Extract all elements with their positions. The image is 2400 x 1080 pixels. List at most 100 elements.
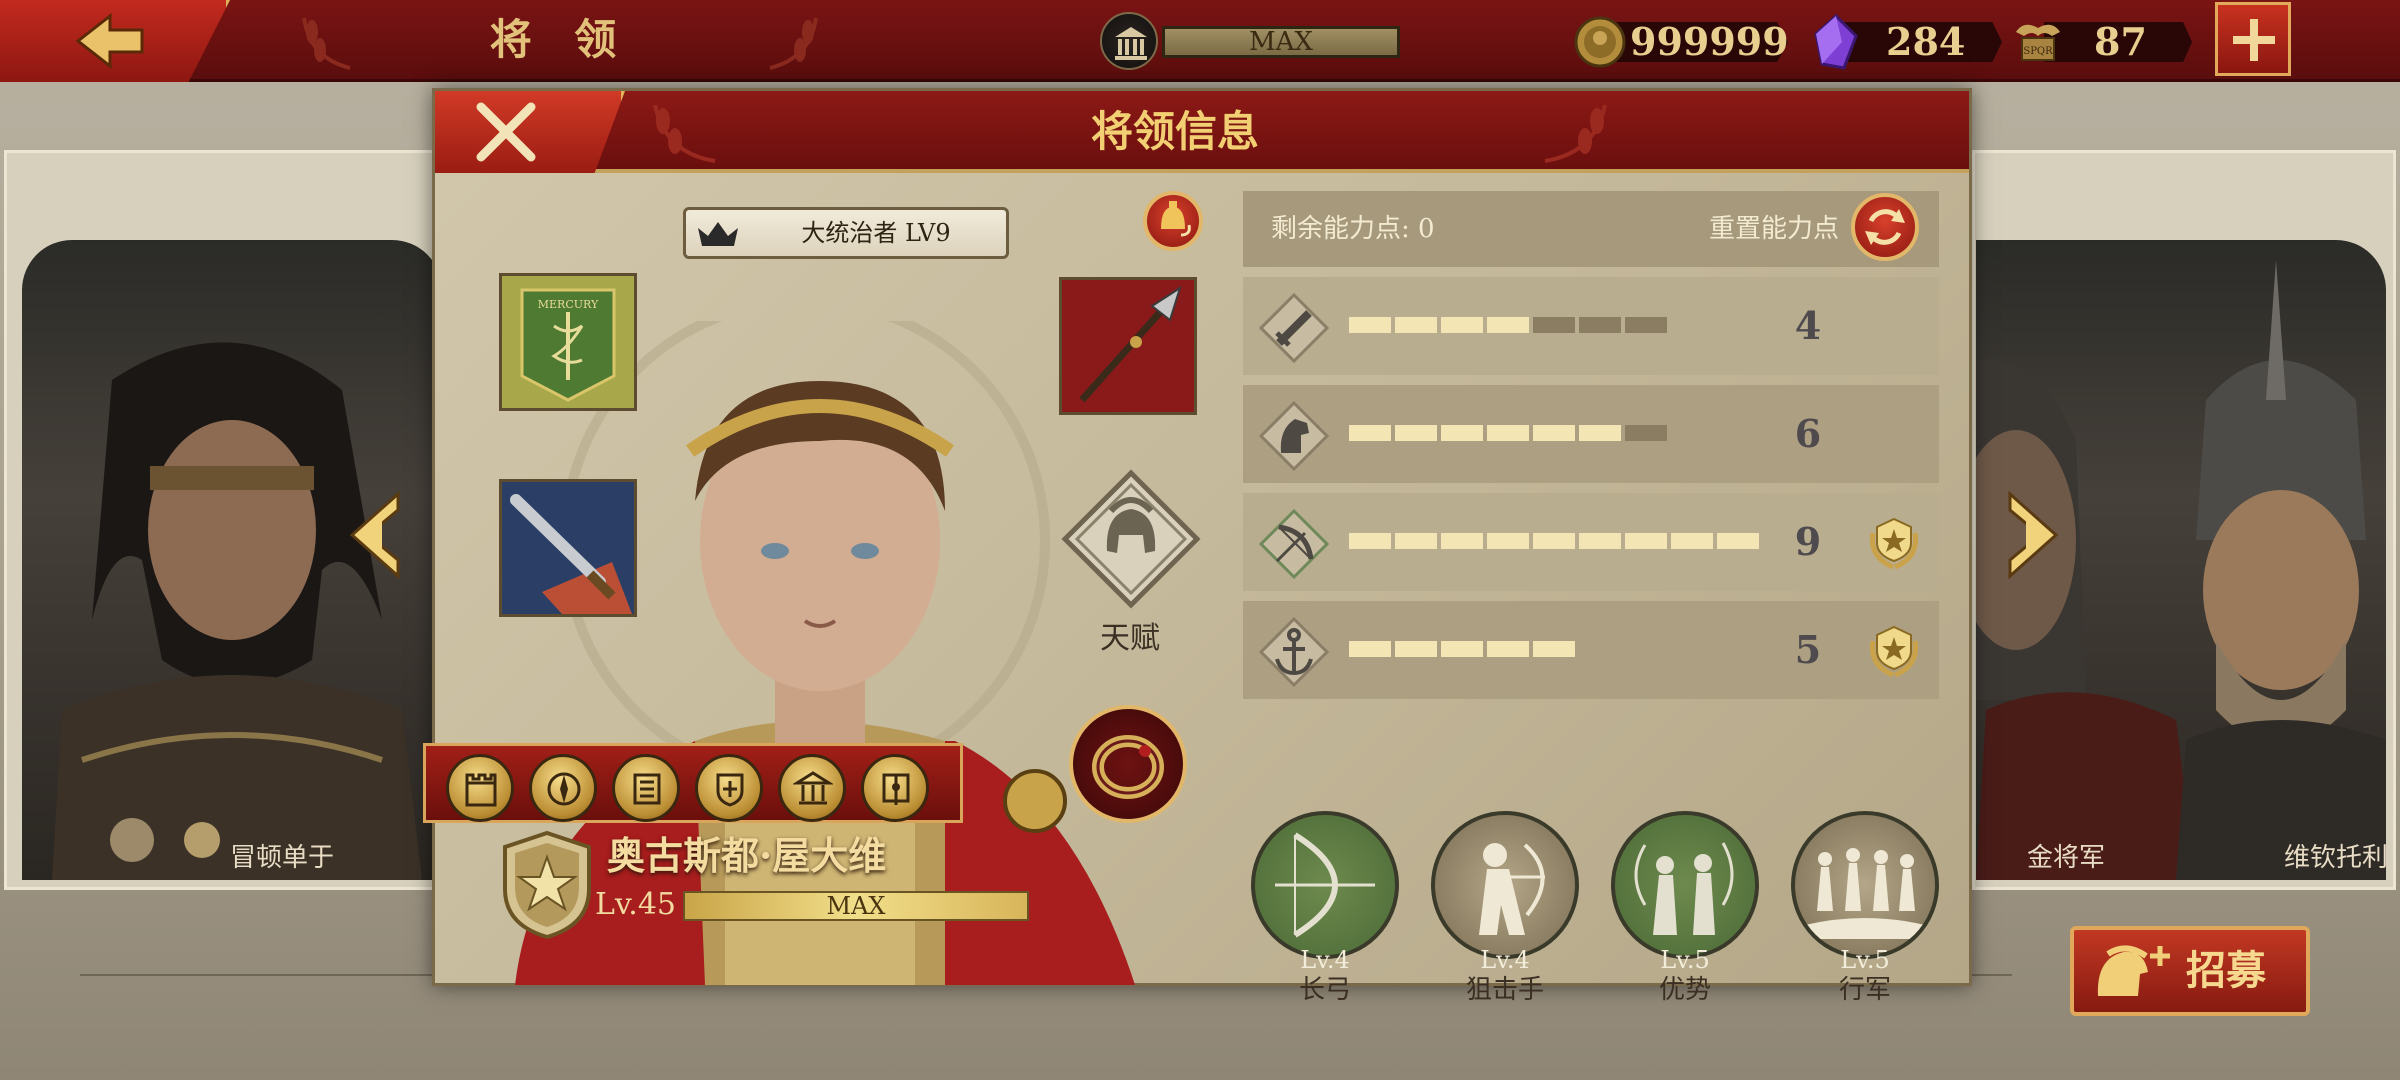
top-bar: 将 领 MAX 999999 284 SPQR 87 bbox=[0, 0, 2400, 82]
reset-points-button[interactable] bbox=[1851, 193, 1919, 261]
stat-pip-empty bbox=[1625, 317, 1667, 333]
unit-skill-name: 行军 bbox=[1838, 975, 1891, 1005]
stat-value: 9 bbox=[1794, 519, 1822, 564]
unit-skill-longbow[interactable]: Lv.4 长弓 bbox=[1251, 811, 1403, 1011]
ring-slot-button[interactable] bbox=[1069, 705, 1187, 823]
stat-value: 5 bbox=[1794, 627, 1822, 672]
close-button[interactable] bbox=[435, 91, 625, 173]
temple-skill-icon bbox=[793, 771, 833, 805]
stat-pip-filled bbox=[1533, 641, 1575, 657]
hero-name: 奥古斯都·屋大维 bbox=[607, 833, 887, 878]
stat-row-archer: 9 bbox=[1243, 493, 1939, 591]
page-title: 将 领 bbox=[489, 15, 631, 64]
stat-pip-empty bbox=[1625, 425, 1667, 441]
crown-icon bbox=[698, 222, 738, 246]
stat-pip-filled bbox=[1441, 425, 1483, 441]
left-general-name: 冒顿单于 bbox=[229, 843, 334, 873]
stat-pip-filled bbox=[1349, 425, 1391, 441]
remaining-points: 剩余能力点: 0 bbox=[1271, 214, 1435, 244]
unit-skill-level: Lv.4 bbox=[1480, 946, 1530, 974]
skill-slot[interactable] bbox=[612, 754, 680, 822]
fortress-skill-icon bbox=[465, 773, 497, 807]
gold-ring-icon bbox=[1092, 735, 1164, 799]
unit-skill-march[interactable]: Lv.5 行军 bbox=[1791, 811, 1943, 1011]
spear-slot[interactable] bbox=[1059, 277, 1197, 415]
spear-icon bbox=[1062, 280, 1194, 412]
stat-pip-empty bbox=[1533, 317, 1575, 333]
spqr-counter[interactable]: SPQR 87 bbox=[2010, 12, 2200, 70]
helmet-swap-icon bbox=[1161, 201, 1191, 237]
stat-pip-filled bbox=[1487, 425, 1529, 441]
talent-button[interactable] bbox=[1061, 469, 1201, 609]
sword-icon bbox=[1259, 293, 1329, 363]
stat-pip-filled bbox=[1349, 641, 1391, 657]
coin-counter[interactable]: 999999 bbox=[1572, 12, 1789, 70]
close-icon bbox=[476, 102, 536, 162]
stat-pip-filled bbox=[1349, 317, 1391, 333]
skill-strip bbox=[423, 743, 963, 823]
stat-pip-filled bbox=[1395, 317, 1437, 333]
reset-points-label: 重置能力点 bbox=[1708, 214, 1839, 244]
unit-skill-name: 优势 bbox=[1658, 975, 1711, 1005]
header-laurel-left-icon bbox=[653, 104, 716, 163]
level-progress-bar: MAX bbox=[683, 891, 1029, 921]
dialog-header: 将领信息 bbox=[435, 91, 1969, 173]
purple-gem-icon bbox=[1814, 14, 1858, 70]
stat-pip-filled bbox=[1349, 533, 1391, 549]
skill-slot[interactable] bbox=[529, 754, 597, 822]
stat-pip-empty bbox=[1579, 317, 1621, 333]
general-info-dialog: 将领信息 大统治者 LV9 MERCURY 天赋 奥古斯都·屋大维 Lv.45 … bbox=[423, 88, 1972, 1005]
stat-pip-filled bbox=[1395, 641, 1437, 657]
skill-slot[interactable] bbox=[861, 754, 929, 822]
dialog-title: 将领信息 bbox=[1090, 107, 1259, 156]
add-resource-button[interactable] bbox=[2215, 2, 2291, 76]
back-button[interactable] bbox=[0, 0, 230, 82]
hero-level: Lv.45 bbox=[595, 887, 677, 922]
shield-skill-icon bbox=[716, 773, 744, 807]
sword-slot[interactable] bbox=[499, 479, 637, 617]
laurel-star-medal-icon[interactable] bbox=[1863, 621, 1925, 681]
stat-value: 4 bbox=[1794, 303, 1822, 348]
back-arrow-icon bbox=[75, 12, 144, 70]
plus-icon bbox=[2233, 19, 2275, 61]
helmet-swap-button[interactable] bbox=[1143, 191, 1203, 251]
march-troops-icon bbox=[1805, 848, 1925, 939]
gem-counter[interactable]: 284 bbox=[1808, 12, 2008, 70]
coin-value: 999999 bbox=[1630, 19, 1789, 64]
unit-skill-name: 长弓 bbox=[1298, 975, 1351, 1005]
title-badge[interactable]: 大统治者 LV9 bbox=[683, 207, 1009, 259]
bow-icon bbox=[1259, 509, 1329, 579]
svg-text:SPQR: SPQR bbox=[2023, 46, 2053, 57]
gladius-sword-icon bbox=[502, 482, 634, 614]
sniper-archer-icon bbox=[1479, 843, 1545, 935]
stat-pip-filled bbox=[1717, 533, 1759, 549]
skill-slot[interactable] bbox=[446, 754, 514, 822]
helmet-plus-icon bbox=[2097, 945, 2170, 996]
svg-text:MERCURY: MERCURY bbox=[538, 298, 599, 311]
advantage-archers-icon bbox=[1634, 842, 1734, 935]
laurel-left-icon bbox=[302, 17, 351, 70]
prev-general-arrow-icon[interactable] bbox=[338, 490, 410, 580]
skill-slot[interactable] bbox=[695, 754, 763, 822]
unit-skill-level: Lv.5 bbox=[1840, 946, 1890, 974]
unit-skill-sniper[interactable]: Lv.4 狙击手 bbox=[1431, 811, 1583, 1011]
recruit-label: 招募 bbox=[2186, 947, 2266, 994]
stat-pip-filled bbox=[1395, 533, 1437, 549]
unit-skill-advantage[interactable]: Lv.5 优势 bbox=[1611, 811, 1763, 1011]
next-general-arrow-icon[interactable] bbox=[1998, 490, 2070, 580]
stat-pip-filled bbox=[1487, 317, 1529, 333]
building-level-indicator[interactable]: MAX bbox=[1100, 12, 1400, 70]
compass-skill-icon bbox=[547, 772, 581, 806]
ability-points-header: 剩余能力点: 0 重置能力点 bbox=[1243, 191, 1939, 267]
banner-slot[interactable]: MERCURY bbox=[499, 273, 637, 411]
skill-slot[interactable] bbox=[778, 754, 846, 822]
longbow-icon bbox=[1275, 832, 1375, 938]
spqr-value: 87 bbox=[2094, 19, 2147, 64]
anchor-icon bbox=[1259, 617, 1329, 687]
stat-value: 6 bbox=[1794, 411, 1822, 456]
recruit-button[interactable]: 招募 bbox=[2070, 926, 2310, 1016]
standard-skill-icon bbox=[882, 773, 910, 805]
laurel-star-medal-icon[interactable] bbox=[1863, 513, 1925, 573]
rank-star-badge-icon bbox=[503, 830, 591, 940]
hero-level-block: 奥古斯都·屋大维 Lv.45 MAX bbox=[499, 829, 1059, 969]
